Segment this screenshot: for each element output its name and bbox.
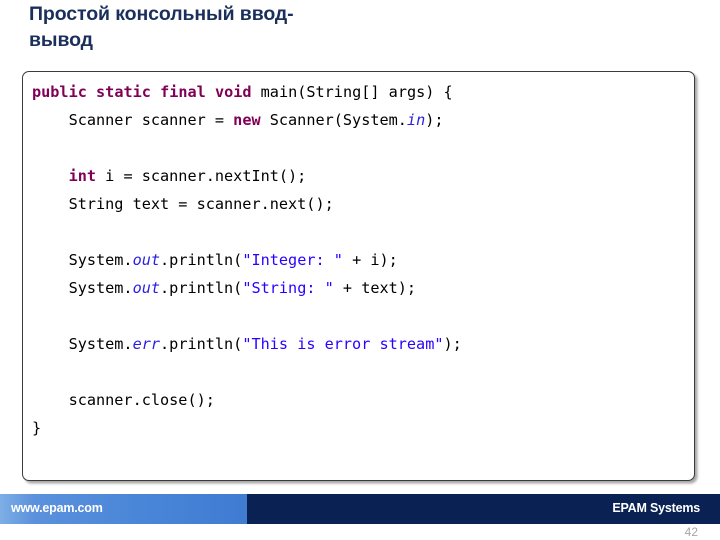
code-token-pln: String text = scanner.next();	[32, 195, 334, 213]
code-token-pln: i = scanner.nextInt();	[96, 167, 307, 185]
code-token-kw: void	[214, 83, 252, 101]
code-token-kw: static	[96, 83, 151, 101]
code-token-fld: out	[132, 251, 161, 269]
code-token-pln: }	[32, 419, 42, 437]
code-token-str: "String: "	[242, 279, 334, 297]
code-token-fld: in	[406, 111, 426, 129]
footer-brand-label: EPAM Systems	[612, 501, 700, 515]
code-token-pln: Scanner(System.	[260, 111, 407, 129]
code-line: System.out.println("Integer: " + i);	[32, 246, 462, 274]
code-token-pln: + i);	[342, 251, 398, 269]
code-token-pln: .println(	[160, 279, 243, 297]
page-number: 42	[684, 525, 698, 539]
code-token-pln	[151, 83, 160, 101]
code-token-kw: final	[160, 83, 206, 101]
code-line: System.out.println("String: " + text);	[32, 274, 462, 302]
code-token-pln: scanner.close();	[32, 391, 215, 409]
code-token-fld: err	[132, 335, 161, 353]
page-title: Простой консольный ввод- вывод	[29, 3, 294, 51]
code-token-kw: int	[68, 167, 97, 185]
code-token-pln: .println(	[160, 251, 243, 269]
code-token-pln: + text);	[333, 279, 417, 297]
code-line: System.err.println("This is error stream…	[32, 330, 462, 358]
code-token-pln: main(String[] args) {	[251, 83, 453, 101]
code-token-pln: System.	[32, 279, 133, 297]
code-line: int i = scanner.nextInt();	[32, 162, 462, 190]
code-token-pln: );	[425, 111, 444, 129]
code-token-fld: out	[132, 279, 161, 297]
code-token-pln: Scanner scanner =	[32, 111, 234, 129]
code-listing: public static final void main(String[] a…	[32, 78, 462, 442]
code-token-kw: new	[233, 111, 261, 129]
code-token-pln	[87, 83, 96, 101]
code-token-pln: .println(	[160, 335, 243, 353]
footer-left-bar: www.epam.com	[0, 494, 247, 524]
slide-footer: www.epam.com EPAM Systems	[0, 494, 720, 524]
code-line: Scanner scanner = new Scanner(System.in)…	[32, 106, 462, 134]
code-token-pln: System.	[32, 251, 133, 269]
footer-right-bar: EPAM Systems	[247, 494, 720, 524]
code-token-str: "This is error stream"	[242, 335, 444, 353]
code-line: public static final void main(String[] a…	[32, 78, 462, 106]
code-token-pln: );	[443, 335, 462, 353]
code-token-pln	[206, 83, 215, 101]
footer-website-link[interactable]: www.epam.com	[11, 501, 103, 515]
code-token-kw: public	[32, 83, 87, 101]
code-line: String text = scanner.next();	[32, 190, 462, 218]
code-token-pln	[32, 167, 69, 185]
code-token-str: "Integer: "	[242, 251, 343, 269]
code-snippet-box: public static final void main(String[] a…	[22, 71, 695, 481]
code-line: scanner.close();	[32, 386, 462, 414]
code-token-pln: System.	[32, 335, 133, 353]
code-line: }	[32, 414, 462, 442]
